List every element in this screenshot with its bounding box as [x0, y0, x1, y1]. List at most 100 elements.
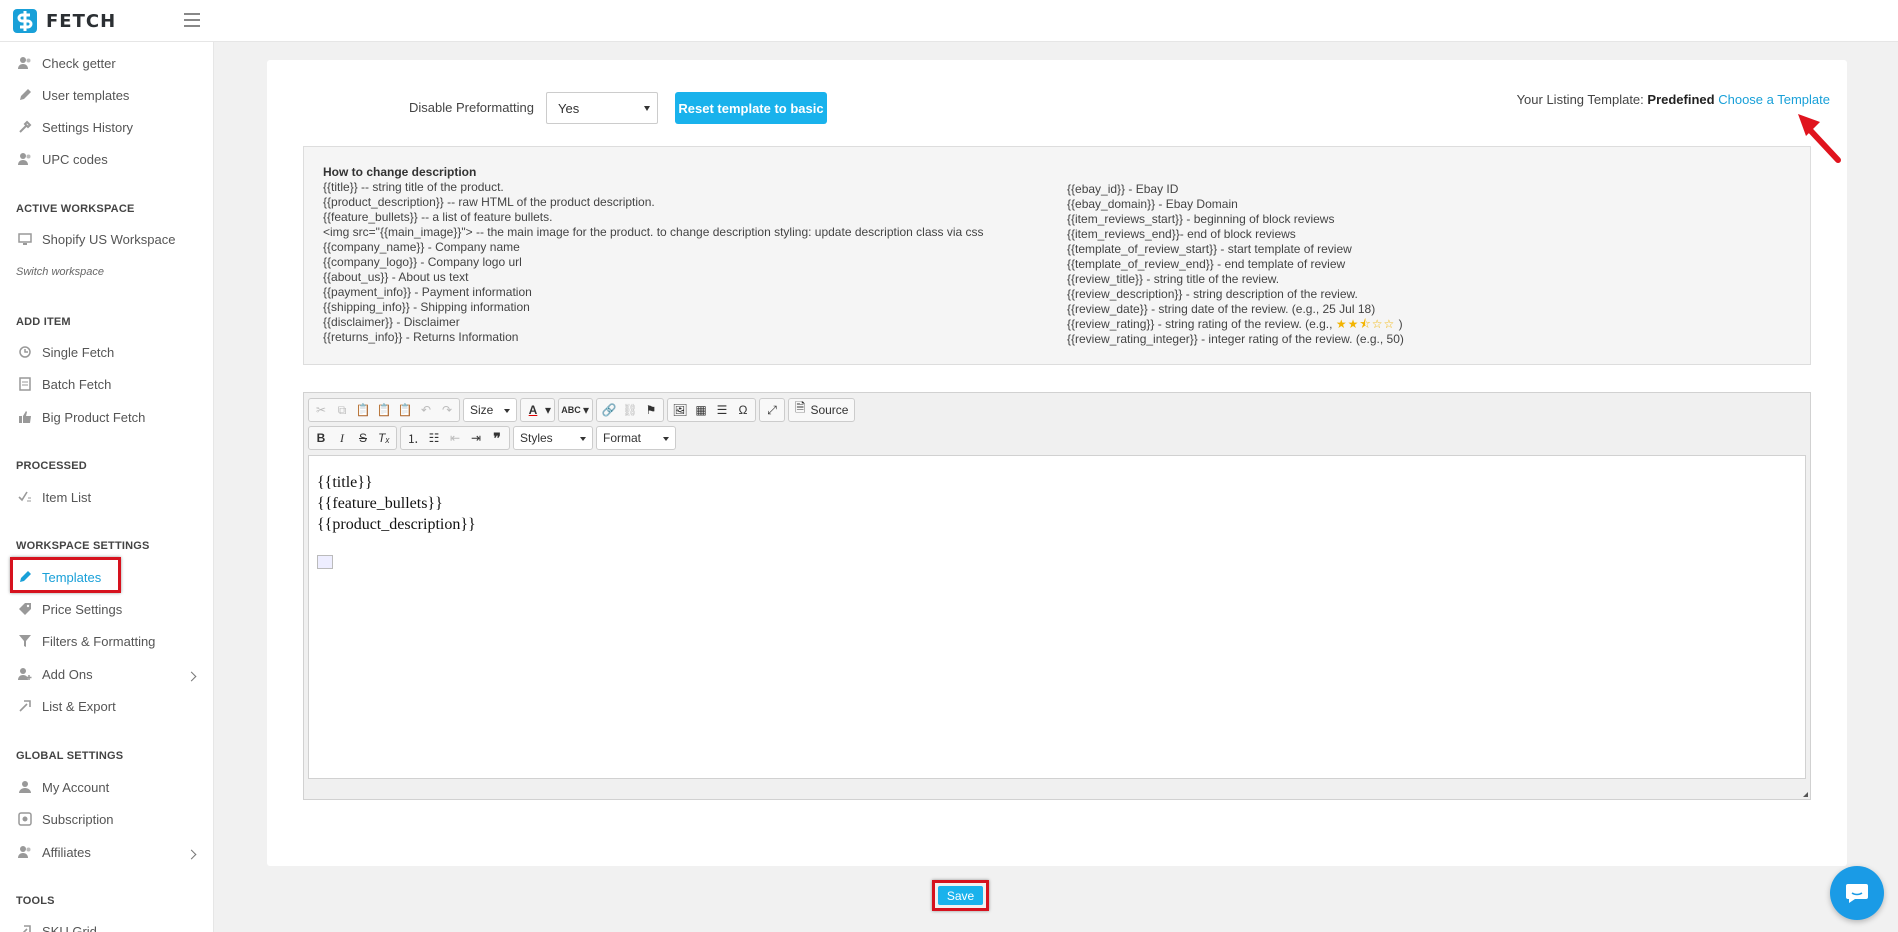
numbered-list-icon[interactable]: ⒈	[403, 428, 423, 448]
logo[interactable]: FETCH	[12, 8, 116, 34]
help-line: {{company_name}} - Company name	[323, 240, 520, 254]
help-heading: How to change description	[323, 165, 477, 179]
list-group: ⒈ ☷ ⇤ ⇥ ❞	[400, 426, 510, 450]
choose-template-link[interactable]: Choose a Template	[1718, 92, 1830, 107]
resize-handle-icon[interactable]	[1803, 792, 1808, 797]
user-icon	[19, 781, 31, 793]
paste-text-icon[interactable]: 📋	[374, 400, 394, 420]
disable-preformatting-select[interactable]: Yes	[546, 92, 658, 124]
source-button[interactable]: 🗎 Source	[788, 398, 856, 422]
view-group: ⤢	[759, 398, 785, 422]
bold-icon[interactable]: B	[311, 428, 331, 448]
help-line: {{returns_info}} - Returns Information	[323, 330, 519, 344]
help-left-column: How to change description {{title}} -- s…	[323, 165, 984, 345]
subscription-icon	[18, 812, 32, 826]
filter-icon	[19, 635, 31, 647]
sidebar-item-label: SKU Grid	[42, 923, 97, 932]
sidebar-item-label: Batch Fetch	[42, 376, 112, 392]
menu-toggle-icon[interactable]	[184, 13, 200, 27]
check-list-icon	[18, 491, 31, 502]
sidebar-item-affiliates[interactable]: Affiliates	[18, 840, 198, 864]
sidebar-item-my-account[interactable]: My Account	[18, 775, 198, 799]
sidebar-item-user-templates[interactable]: User templates	[18, 83, 198, 107]
switch-workspace-link[interactable]: Switch workspace	[16, 266, 104, 278]
indent-icon[interactable]: ⇥	[466, 428, 486, 448]
outdent-icon[interactable]: ⇤	[445, 428, 465, 448]
blockquote-icon[interactable]: ❞	[487, 428, 507, 448]
sidebar-item-upc-codes[interactable]: UPC codes	[18, 147, 198, 171]
sidebar-item-sku-grid[interactable]: SKU Grid	[18, 919, 198, 932]
chat-widget-button[interactable]	[1830, 866, 1884, 920]
size-label: Size	[470, 403, 494, 417]
size-dropdown[interactable]: Size	[463, 398, 517, 422]
format-dropdown[interactable]: Format	[596, 426, 676, 450]
unlink-icon[interactable]: ⛓	[620, 400, 640, 420]
strikethrough-icon[interactable]: S	[353, 428, 373, 448]
sidebar-item-label: Big Product Fetch	[42, 409, 146, 425]
reset-template-button[interactable]: Reset template to basic	[675, 92, 827, 124]
sidebar-item-label: Templates	[42, 569, 102, 585]
anchor-flag-icon[interactable]: ⚑	[641, 400, 661, 420]
table-icon[interactable]: ▦	[691, 400, 711, 420]
italic-icon[interactable]: I	[332, 428, 352, 448]
logo-text: FETCH	[46, 10, 117, 32]
editor-toolbar-row-1: ✂ ⧉ 📋 📋 📋 ↶ ↷ Size A ▾ ABC ▾ 🔗 ⛓ ⚑ 🖼 ▦ ☰	[308, 397, 856, 423]
tag-icon	[19, 603, 31, 615]
copy-icon[interactable]: ⧉	[332, 400, 352, 420]
styles-dropdown[interactable]: Styles	[513, 426, 593, 450]
sidebar-item-settings-history[interactable]: Settings History	[18, 115, 198, 139]
sidebar-item-label: List & Export	[42, 698, 116, 714]
help-line: <img src="{{main_image}}"> -- the main i…	[323, 225, 984, 239]
sidebar-item-label: Check getter	[42, 55, 116, 71]
sidebar-item-batch-fetch[interactable]: Batch Fetch	[18, 372, 198, 396]
chevron-down-icon[interactable]: ▾	[582, 400, 590, 420]
section-workspace-settings: WORKSPACE SETTINGS	[16, 540, 150, 552]
paste-icon[interactable]: 📋	[353, 400, 373, 420]
help-line: {{about_us}} - About us text	[323, 270, 469, 284]
undo-icon[interactable]: ↶	[416, 400, 436, 420]
link-icon[interactable]: 🔗	[599, 400, 619, 420]
sidebar-item-add-ons[interactable]: Add Ons	[18, 662, 198, 686]
color-group: A ▾	[520, 398, 555, 422]
sidebar-item-workspace[interactable]: Shopify US Workspace	[18, 227, 208, 251]
sidebar-item-big-product-fetch[interactable]: Big Product Fetch	[18, 405, 198, 429]
thumb-icon	[19, 411, 31, 423]
sidebar-item-check-getter[interactable]: Check getter	[18, 51, 198, 75]
help-right-column: {{ebay_id}} - Ebay ID {{ebay_domain}} - …	[1067, 182, 1404, 347]
sidebar-item-templates[interactable]: Templates	[18, 565, 198, 589]
sidebar-item-label: Add Ons	[42, 666, 93, 682]
sidebar-item-item-list[interactable]: Item List	[18, 485, 198, 509]
help-line: {{ebay_id}} - Ebay ID	[1067, 182, 1179, 196]
insert-group: 🖼 ▦ ☰ Ω	[667, 398, 756, 422]
sidebar-item-single-fetch[interactable]: Single Fetch	[18, 340, 198, 364]
sidebar-item-label: Shopify US Workspace	[42, 231, 176, 247]
horizontal-line-icon[interactable]: ☰	[712, 400, 732, 420]
broken-image-icon[interactable]	[317, 555, 333, 569]
text-color-icon[interactable]: A	[523, 400, 543, 420]
special-char-icon[interactable]: Ω	[733, 400, 753, 420]
paste-word-icon[interactable]: 📋	[395, 400, 415, 420]
sidebar-item-label: UPC codes	[42, 151, 108, 167]
clipboard-group: ✂ ⧉ 📋 📋 📋 ↶ ↷	[308, 398, 460, 422]
listing-template-info: Your Listing Template: Predefined Choose…	[1517, 92, 1830, 107]
image-icon[interactable]: 🖼	[670, 400, 690, 420]
sidebar-item-filters-formatting[interactable]: Filters & Formatting	[18, 629, 198, 653]
grid-icon	[22, 925, 31, 932]
spellcheck-icon[interactable]: ABC	[561, 400, 581, 420]
save-button[interactable]: Save	[938, 886, 983, 905]
cut-icon[interactable]: ✂	[311, 400, 331, 420]
help-line: {{review_title}} - string title of the r…	[1067, 272, 1280, 286]
help-line-rating: {{review_rating}} - string rating of the…	[1067, 317, 1404, 332]
rich-text-editor: ✂ ⧉ 📋 📋 📋 ↶ ↷ Size A ▾ ABC ▾ 🔗 ⛓ ⚑ 🖼 ▦ ☰	[303, 392, 1811, 800]
bulleted-list-icon[interactable]: ☷	[424, 428, 444, 448]
chevron-down-icon[interactable]: ▾	[544, 400, 552, 420]
help-line: {{feature_bullets}} -- a list of feature…	[323, 210, 553, 224]
sidebar-item-subscription[interactable]: Subscription	[18, 807, 198, 831]
editor-content-area[interactable]: {{title}} {{feature_bullets}} {{product_…	[308, 455, 1806, 779]
sidebar-item-list-export[interactable]: List & Export	[18, 694, 198, 718]
sidebar-item-price-settings[interactable]: Price Settings	[18, 597, 198, 621]
maximize-icon[interactable]: ⤢	[762, 400, 782, 420]
redo-icon[interactable]: ↷	[437, 400, 457, 420]
users-icon	[18, 153, 31, 165]
remove-format-icon[interactable]: Tₓ	[374, 428, 394, 448]
